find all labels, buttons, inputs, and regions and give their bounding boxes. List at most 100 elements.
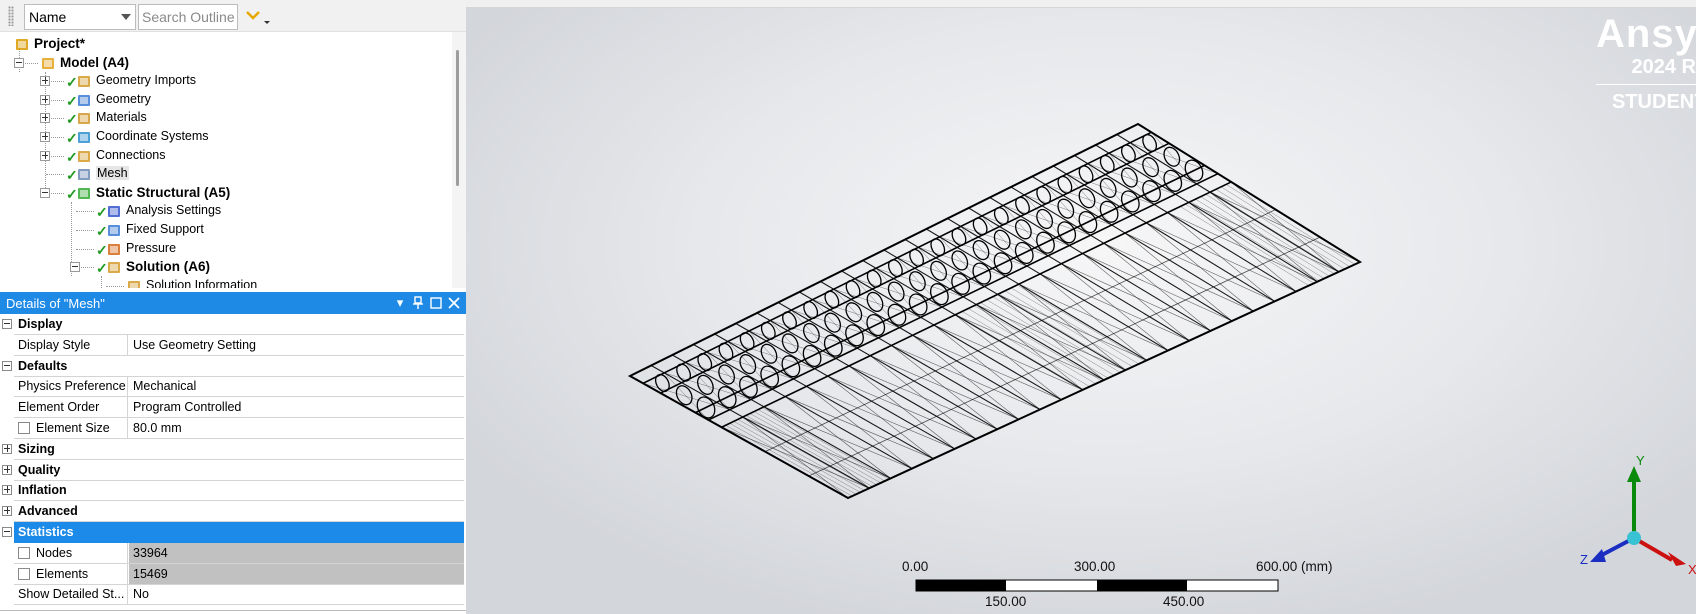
expand-icon[interactable] — [2, 464, 12, 475]
z-axis-arrowhead — [1590, 549, 1606, 562]
outline-scrollbar-thumb[interactable] — [456, 50, 459, 186]
expand-chevron-icon — [246, 11, 270, 24]
details-section-statistics[interactable]: Statistics — [14, 522, 464, 543]
collapse-icon[interactable] — [14, 57, 24, 68]
collapse-icon[interactable] — [40, 187, 50, 198]
mesh-edge — [1103, 243, 1211, 332]
collapse-icon[interactable] — [2, 360, 12, 371]
scale-label-bottom-1: 450.00 — [1163, 594, 1205, 609]
search-outline-input[interactable]: Search Outline — [138, 4, 238, 30]
collapse-icon[interactable] — [70, 262, 80, 273]
mesh-edge — [741, 417, 869, 489]
tree-item-label: Coordinate Systems — [96, 129, 209, 143]
tree-item-pressure[interactable]: ✓ Pressure — [0, 240, 452, 258]
tree-item-geometry[interactable]: ✓ Geometry — [0, 91, 452, 109]
details-key-label: Element Size — [36, 421, 110, 435]
tree-item-project[interactable]: Project* — [0, 35, 452, 53]
details-row-physics-preference[interactable]: Physics Preference Mechanical — [14, 376, 464, 398]
tree-item-label: Solution (A6) — [126, 259, 210, 275]
mesh-edge — [1188, 202, 1297, 292]
details-section-label: Defaults — [18, 358, 68, 373]
details-key-label: Elements — [36, 566, 89, 581]
scale-label-bottom-0: 150.00 — [985, 594, 1027, 609]
rib-hole — [951, 250, 969, 271]
parameter-checkbox[interactable] — [18, 567, 30, 580]
details-section-display[interactable]: Display — [14, 314, 464, 335]
tree-connector — [106, 285, 124, 287]
tree-item-label: Project* — [34, 36, 86, 51]
pin-icon[interactable] — [410, 294, 426, 311]
details-value[interactable]: No — [129, 584, 464, 604]
details-section-quality[interactable]: Quality — [14, 460, 464, 481]
wing-mesh-model[interactable] — [466, 0, 1696, 614]
rib-hole — [802, 322, 820, 344]
expand-icon[interactable] — [40, 76, 50, 87]
graphics-viewport[interactable]: Ansys 2024 R STUDENT 0.00 300.00 600.00 … — [466, 0, 1696, 614]
tree-item-label: Connections — [96, 147, 166, 162]
details-value[interactable]: Use Geometry Setting — [129, 335, 464, 355]
details-value[interactable]: Mechanical — [129, 376, 464, 396]
maximize-icon[interactable] — [428, 294, 444, 311]
details-section-sizing[interactable]: Sizing — [14, 439, 464, 460]
details-row-element-size[interactable]: Element Size 80.0 mm — [14, 418, 464, 439]
model-icon — [40, 55, 56, 71]
tree-item-geometry-imports[interactable]: ✓ Geometry Imports — [0, 72, 452, 90]
tree-item-fixed-support[interactable]: ✓ Fixed Support — [0, 221, 452, 239]
rib-hole — [718, 364, 736, 385]
tree-item-materials[interactable]: ✓ Materials — [0, 109, 452, 127]
parameter-checkbox[interactable] — [18, 546, 30, 559]
details-section-label: Quality — [18, 462, 61, 477]
details-key: Show Detailed St... — [14, 584, 128, 605]
details-row-element-order[interactable]: Element Order Program Controlled — [14, 397, 464, 419]
dropdown-arrow-icon[interactable]: ▾ — [392, 294, 408, 311]
chevron-down-icon — [121, 14, 131, 20]
tree-item-mesh[interactable]: ✓ Mesh — [0, 165, 452, 183]
details-row-show-detailed-st[interactable]: Show Detailed St... No — [14, 584, 464, 606]
connections-icon — [76, 148, 92, 164]
rib-hole — [739, 354, 757, 375]
mesh-edge — [650, 365, 870, 489]
details-row-elements[interactable]: Elements 15469 — [14, 563, 464, 585]
expand-icon[interactable] — [40, 113, 50, 124]
tree-item-label: Mesh — [96, 166, 129, 181]
tree-item-coordinate-systems[interactable]: ✓ Coordinate Systems — [0, 128, 452, 146]
expand-icon[interactable] — [40, 94, 50, 105]
collapse-icon[interactable] — [2, 527, 12, 537]
axis-triad[interactable]: Y X Z — [1580, 452, 1696, 582]
toolbar-grip[interactable] — [8, 6, 14, 26]
expand-icon[interactable] — [2, 506, 12, 517]
tree-item-model-a4[interactable]: Model (A4) — [0, 54, 452, 72]
tree-connector — [76, 211, 94, 213]
details-section-defaults[interactable]: Defaults — [14, 356, 464, 377]
project-icon — [14, 36, 30, 52]
tree-item-solution-information[interactable]: Solution Information — [0, 277, 452, 288]
details-value[interactable]: 15469 — [129, 563, 464, 584]
rib-hole — [675, 385, 693, 406]
details-value[interactable]: Program Controlled — [129, 397, 464, 417]
tree-item-solution-a6[interactable]: ✓ Solution (A6) — [0, 258, 452, 276]
expand-icon[interactable] — [2, 443, 12, 454]
tree-item-analysis-settings[interactable]: ✓ Analysis Settings — [0, 202, 452, 220]
expand-options-button[interactable] — [244, 6, 272, 28]
collapse-icon[interactable] — [2, 319, 12, 329]
details-section-advanced[interactable]: Advanced — [14, 501, 464, 523]
close-icon[interactable] — [446, 294, 462, 311]
details-section-inflation[interactable]: Inflation — [14, 480, 464, 502]
outline-scrollbar[interactable] — [452, 32, 466, 288]
details-row-nodes[interactable]: Nodes 33964 — [14, 542, 464, 564]
scale-label-top-1: 300.00 — [1074, 559, 1116, 574]
details-value[interactable]: 80.0 mm — [129, 418, 464, 438]
mesh-icon — [76, 166, 92, 182]
expand-icon[interactable] — [2, 485, 12, 496]
details-value[interactable]: 33964 — [129, 542, 464, 563]
details-row-display-style[interactable]: Display Style Use Geometry Setting — [14, 334, 464, 356]
expand-icon[interactable] — [40, 150, 50, 161]
details-key: Physics Preference — [14, 376, 128, 397]
expand-icon[interactable] — [40, 132, 50, 142]
tree-item-static-structural-a5[interactable]: ✓ Static Structural (A5) — [0, 184, 452, 202]
parameter-checkbox[interactable] — [18, 422, 30, 434]
tree-item-connections[interactable]: ✓ Connections — [0, 147, 452, 165]
outline-filter-select[interactable]: Name — [24, 4, 136, 30]
rib-hole — [696, 374, 714, 395]
details-panel-header: Details of "Mesh" ▾ — [0, 292, 466, 314]
